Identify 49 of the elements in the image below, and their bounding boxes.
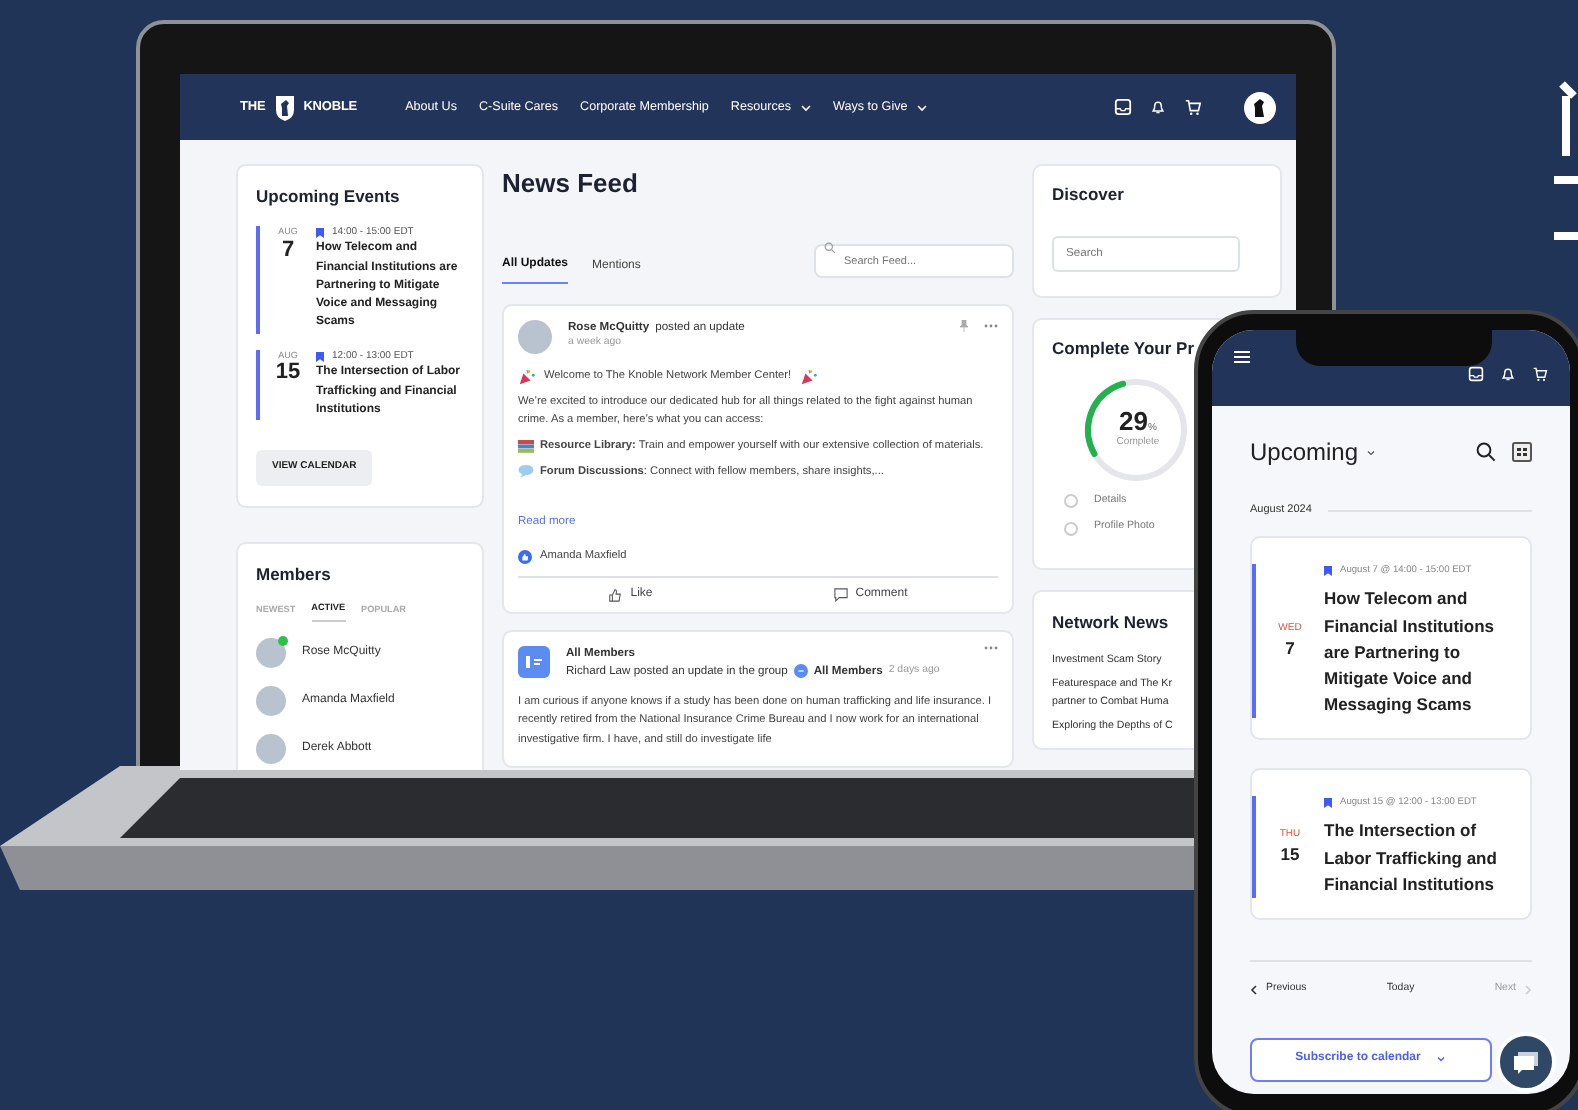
card-title: Discover	[1052, 182, 1126, 208]
inbox-icon[interactable]	[1114, 98, 1132, 116]
group-chip-icon	[793, 664, 808, 679]
caret-icon	[1366, 449, 1377, 455]
card-title: Complete Your Pr	[1052, 335, 1195, 361]
cart-icon[interactable]	[1532, 366, 1548, 382]
like-icon	[518, 549, 532, 564]
speech-bubble-icon	[518, 464, 534, 479]
bell-icon[interactable]	[1500, 366, 1516, 382]
bell-icon[interactable]	[1150, 98, 1166, 116]
bookmark-icon	[1324, 566, 1332, 577]
caret-icon	[799, 103, 812, 111]
comment-icon	[833, 587, 848, 602]
menu-icon[interactable]	[1234, 350, 1250, 364]
bookmark-icon	[316, 228, 324, 238]
event-day: 15	[1280, 842, 1300, 868]
search-icon	[824, 241, 836, 253]
event-day: 7	[281, 239, 295, 261]
event-day: 15	[275, 362, 301, 385]
inbox-icon[interactable]	[1468, 366, 1484, 382]
event-title: The Intersection of Labor Trafficking and Financial Institutions	[1324, 818, 1499, 898]
more-icon[interactable]	[984, 645, 998, 650]
event-title: How Telecom and Financial Institutions are Partnering to Mitigate Voice and Messaging Scams	[1324, 586, 1497, 719]
avatar	[518, 319, 552, 353]
event-day: 7	[1285, 636, 1295, 662]
party-popper-icon	[518, 367, 536, 386]
pin-icon	[960, 319, 968, 331]
thumbs-up-icon	[608, 587, 623, 602]
caret-icon	[915, 103, 928, 111]
progress-percent: 29	[1119, 407, 1148, 433]
caret-icon	[1436, 1056, 1447, 1063]
calendar-grid-icon[interactable]	[1512, 442, 1532, 462]
chat-bubble-icon	[1512, 1049, 1540, 1075]
card-title: Network News	[1052, 610, 1171, 637]
page-title: News Feed	[502, 166, 640, 202]
chevron-left-icon	[1250, 983, 1258, 996]
chevron-right-icon	[1523, 983, 1532, 996]
party-popper-icon	[799, 367, 818, 386]
bookmark-icon	[1324, 798, 1332, 809]
group-avatar-icon	[518, 645, 550, 678]
cart-icon[interactable]	[1184, 98, 1202, 116]
knight-shield-icon	[273, 93, 296, 121]
view-dropdown[interactable]: Upcoming	[1250, 434, 1377, 470]
card-title: Upcoming Events	[256, 184, 402, 210]
avatar-icon[interactable]	[1244, 91, 1276, 123]
books-icon	[518, 438, 534, 455]
search-icon[interactable]	[1476, 442, 1496, 462]
card-title: Members	[256, 561, 333, 587]
bookmark-icon	[316, 351, 324, 362]
